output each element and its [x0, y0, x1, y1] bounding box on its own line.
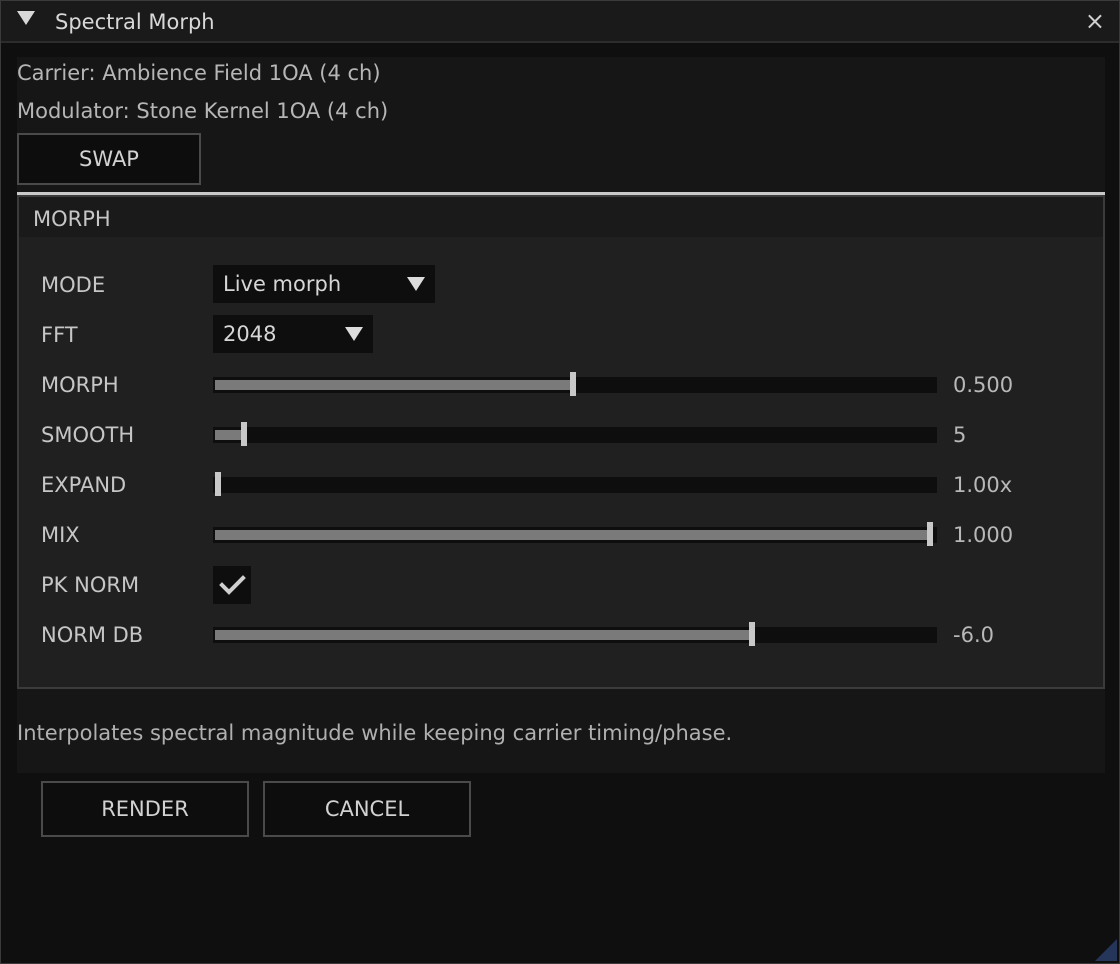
norm-db-slider-label: NORM DB [41, 623, 144, 647]
chevron-down-icon [345, 327, 363, 341]
modulator-label: Modulator: Stone Kernel 1OA (4 ch) [17, 99, 389, 123]
morph-slider[interactable] [213, 372, 937, 396]
cancel-button[interactable]: CANCEL [263, 781, 471, 837]
render-button[interactable]: RENDER [41, 781, 249, 837]
help-text: Interpolates spectral magnitude while ke… [17, 721, 733, 745]
expand-value: 1.00x [953, 473, 1013, 497]
fft-label: FFT [41, 323, 78, 347]
slider-handle[interactable] [241, 422, 247, 446]
slider-handle[interactable] [570, 372, 576, 396]
slider-fill [215, 380, 573, 390]
title-bar[interactable]: Spectral Morph × [1, 1, 1119, 43]
norm-db-value: -6.0 [953, 623, 994, 647]
slider-fill [215, 630, 752, 640]
morph-panel-header: MORPH [19, 197, 1103, 237]
slider-handle[interactable] [215, 472, 221, 496]
fft-value: 2048 [223, 322, 277, 346]
close-icon[interactable]: × [1085, 6, 1105, 36]
collapse-triangle-icon[interactable] [17, 11, 35, 25]
spectral-morph-window: Spectral Morph × Carrier: Ambience Field… [0, 0, 1120, 964]
checkmark-icon [219, 575, 246, 595]
morph-slider-label: MORPH [41, 373, 119, 397]
smooth-slider-label: SMOOTH [41, 423, 135, 447]
mode-value: Live morph [223, 272, 342, 296]
slider-fill [215, 430, 244, 440]
window-title: Spectral Morph [55, 10, 215, 34]
pk-norm-checkbox[interactable] [213, 566, 251, 604]
morph-section-title: MORPH [33, 207, 111, 231]
norm-db-slider[interactable] [213, 622, 937, 646]
mix-slider[interactable] [213, 522, 937, 546]
mix-value: 1.000 [953, 523, 1014, 547]
swap-button[interactable]: SWAP [17, 133, 201, 185]
mode-label: MODE [41, 273, 106, 297]
morph-value: 0.500 [953, 373, 1014, 397]
pk-norm-label: PK NORM [41, 573, 140, 597]
slider-handle[interactable] [927, 522, 933, 546]
slider-fill [215, 530, 931, 540]
resize-grip-icon[interactable] [1095, 939, 1117, 961]
mix-slider-label: MIX [41, 523, 80, 547]
expand-slider-label: EXPAND [41, 473, 127, 497]
smooth-slider[interactable] [213, 422, 937, 446]
slider-handle[interactable] [749, 622, 755, 646]
mode-dropdown[interactable]: Live morph [213, 265, 435, 303]
fft-dropdown[interactable]: 2048 [213, 315, 373, 353]
carrier-label: Carrier: Ambience Field 1OA (4 ch) [17, 61, 381, 85]
expand-slider[interactable] [213, 472, 937, 496]
chevron-down-icon [407, 277, 425, 291]
smooth-value: 5 [953, 423, 967, 447]
